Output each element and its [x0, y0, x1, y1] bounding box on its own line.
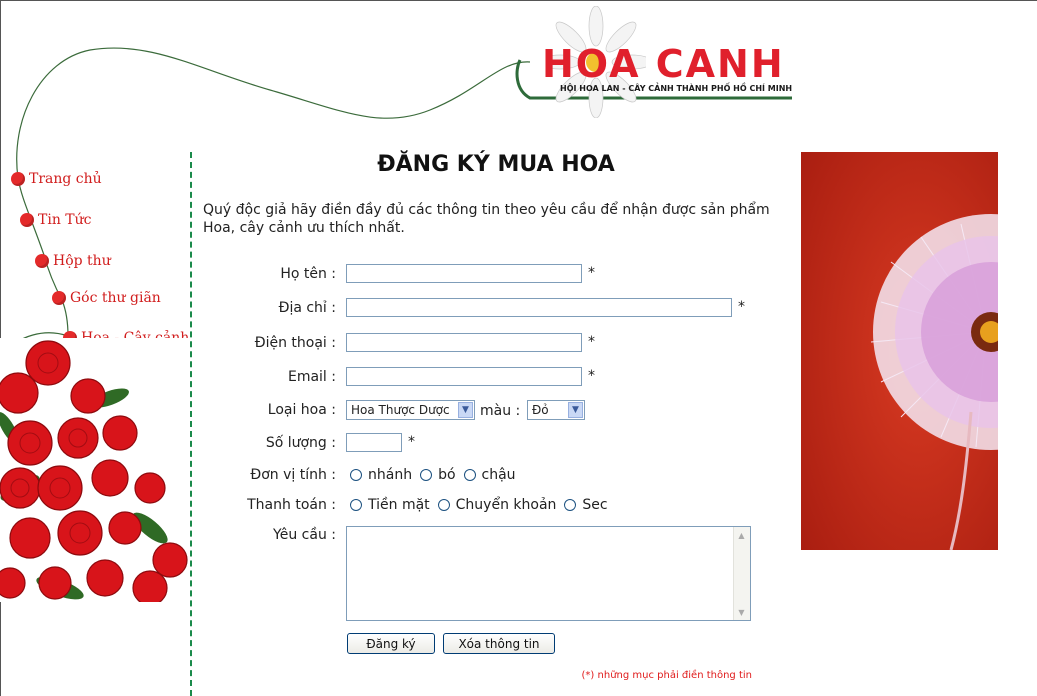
- reset-button[interactable]: Xóa thông tin: [443, 633, 555, 654]
- roses-image: [0, 338, 190, 602]
- required-mark: *: [588, 334, 595, 350]
- unit-option-label: nhánh: [368, 467, 413, 483]
- quantity-field[interactable]: [346, 433, 402, 452]
- flower-type-value: Hoa Thược Dược: [351, 403, 450, 417]
- sidebar-item-label: Góc thư giãn: [70, 290, 161, 306]
- color-select[interactable]: Đỏ ▼: [527, 400, 585, 420]
- name-field[interactable]: [346, 264, 582, 283]
- required-mark: *: [738, 299, 745, 315]
- sidebar-item-news[interactable]: Tin Tức: [20, 212, 91, 228]
- sidebar-item-label: Trang chủ: [29, 171, 102, 187]
- unit-radio-branch[interactable]: [350, 469, 362, 481]
- bullet-icon: [35, 254, 49, 268]
- flower-type-select[interactable]: Hoa Thược Dược ▼: [346, 400, 475, 420]
- payment-radio-cash[interactable]: [350, 499, 362, 511]
- color-value: Đỏ: [532, 403, 549, 417]
- payment-radio-transfer[interactable]: [437, 499, 450, 511]
- quantity-label: Số lượng :: [265, 435, 336, 451]
- bullet-icon: [11, 172, 25, 186]
- request-label: Yêu cầu :: [273, 527, 336, 543]
- payment-option-label: Chuyển khoản: [455, 497, 557, 513]
- payment-option-label: Tiền mặt: [368, 497, 430, 513]
- sidebar-item-relax[interactable]: Góc thư giãn: [52, 290, 161, 306]
- color-label: màu :: [480, 403, 521, 419]
- phone-field[interactable]: [346, 333, 582, 352]
- email-field[interactable]: [346, 367, 582, 386]
- scroll-down-icon[interactable]: ▼: [735, 605, 748, 619]
- logo-title: HOA CANH: [542, 42, 785, 86]
- email-label: Email :: [287, 369, 336, 385]
- unit-option-label: chậu: [481, 467, 516, 483]
- sidebar-item-home[interactable]: Trang chủ: [11, 171, 102, 187]
- required-mark: *: [408, 434, 415, 450]
- scroll-up-icon[interactable]: ▲: [735, 528, 748, 542]
- chevron-down-icon[interactable]: ▼: [568, 402, 583, 418]
- required-mark: *: [588, 368, 595, 384]
- unit-label: Đơn vị tính :: [250, 467, 336, 483]
- phone-label: Điện thoại :: [254, 335, 336, 351]
- unit-radio-pot[interactable]: [463, 469, 476, 481]
- required-note: (*) những mục phải điền thông tin: [581, 670, 752, 681]
- sidebar-item-label: Hộp thư: [53, 253, 111, 269]
- bullet-icon: [52, 291, 66, 305]
- request-textarea[interactable]: ▲ ▼: [346, 526, 751, 621]
- name-label: Họ tên :: [280, 266, 336, 282]
- intro-text: Quý độc giả hãy điền đầy đủ các thông ti…: [203, 202, 770, 236]
- address-label: Địa chỉ :: [278, 300, 336, 316]
- payment-radio-group: Tiền mặt Chuyển khoản Sec: [345, 497, 611, 513]
- dandelion-image: [801, 152, 998, 550]
- chevron-down-icon[interactable]: ▼: [458, 402, 473, 418]
- textarea-scrollbar[interactable]: ▲ ▼: [733, 527, 750, 620]
- unit-radio-group: nhánh bó chậu: [345, 467, 519, 483]
- sidebar-item-label: Tin Tức: [38, 212, 92, 228]
- payment-option-label: Sec: [582, 497, 608, 513]
- sidebar-item-mailbox[interactable]: Hộp thư: [35, 253, 111, 269]
- payment-label: Thanh toán :: [247, 497, 336, 513]
- sidebar-divider: [190, 152, 192, 696]
- unit-radio-bouquet[interactable]: [420, 469, 433, 481]
- address-field[interactable]: [346, 298, 732, 317]
- page-title: ĐĂNG KÝ MUA HOA: [377, 152, 615, 177]
- bullet-icon: [20, 213, 34, 227]
- unit-option-label: bó: [438, 467, 456, 483]
- required-mark: *: [588, 265, 595, 281]
- flower-type-label: Loại hoa :: [267, 402, 336, 418]
- submit-button[interactable]: Đăng ký: [347, 633, 435, 654]
- payment-radio-cheque[interactable]: [564, 499, 577, 511]
- logo-subtitle: HỘI HOA LAN - CÂY CẢNH THÀNH PHỐ HỒ CHÍ …: [560, 84, 793, 93]
